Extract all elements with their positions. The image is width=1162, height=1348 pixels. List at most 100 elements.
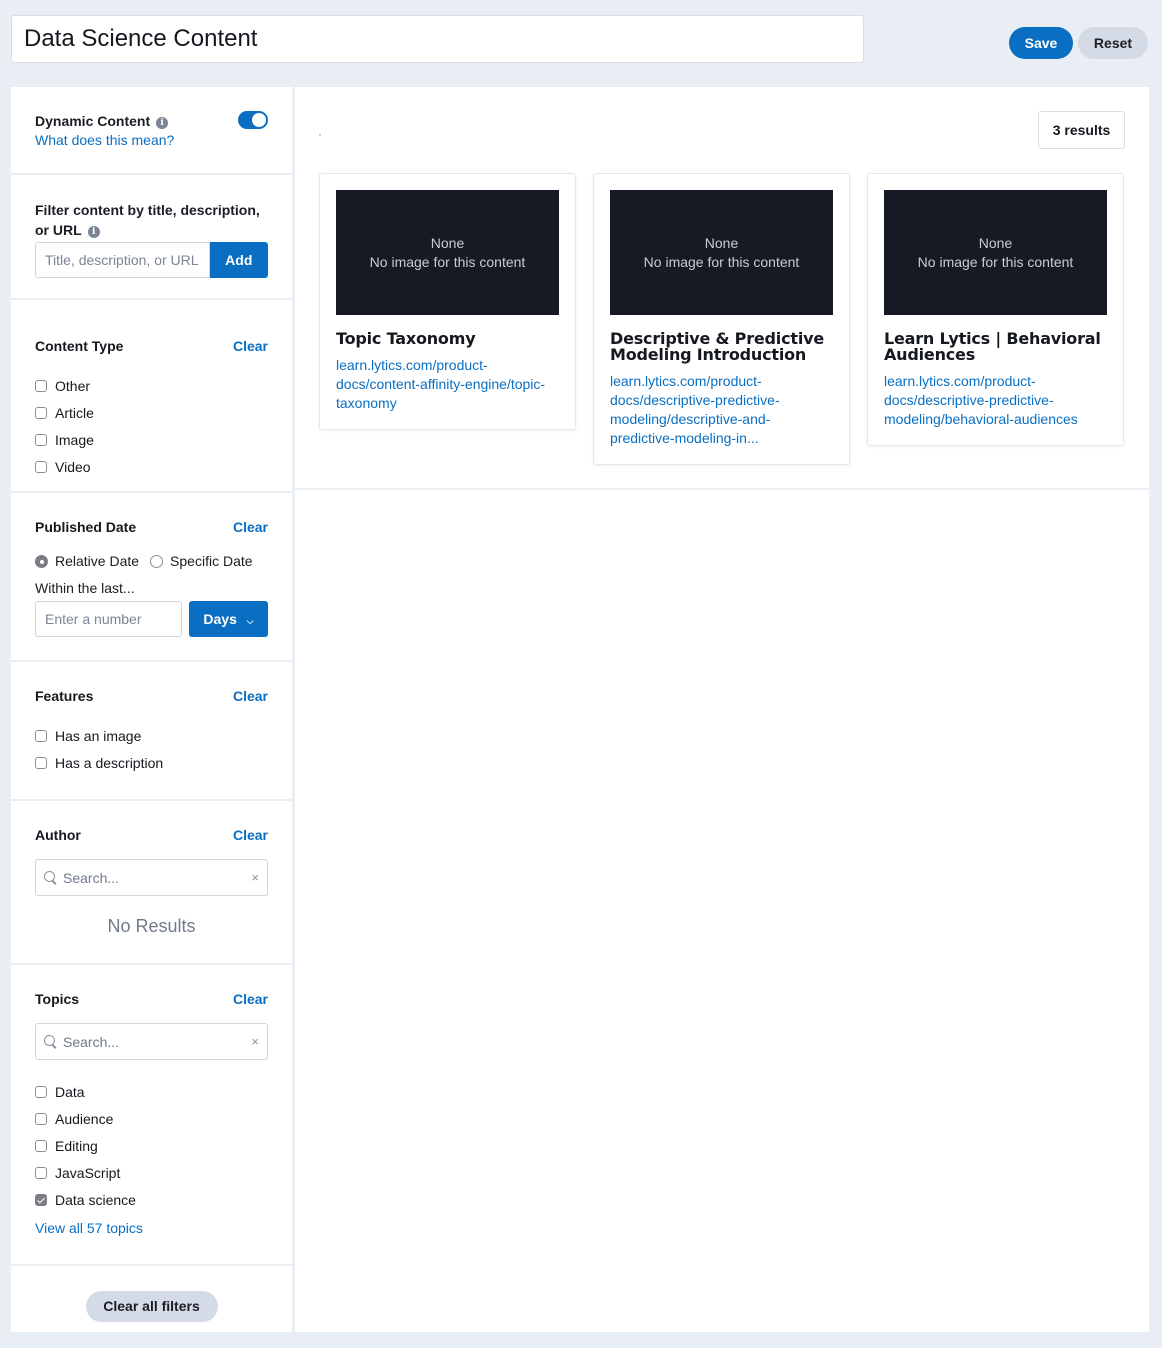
checkbox[interactable] [35,729,47,742]
card-title: Descriptive & Predictive Modeling Introd… [610,329,824,364]
content-type-option-article[interactable]: Article [35,399,268,426]
checkbox[interactable] [35,379,47,392]
loading-indicator [319,134,321,136]
search-placeholder: Search... [63,869,120,886]
card-url-link[interactable]: learn.lytics.com/product-docs/content-af… [336,356,559,413]
features-section: Features Clear Has an image Has a descri… [11,662,292,801]
dynamic-content-label: Dynamic Content [35,113,151,129]
author-section: Author Clear Search... × No Results [11,801,292,965]
save-button[interactable]: Save [1009,27,1073,59]
dynamic-content-section: Dynamic Content i What does this mean? [11,87,292,175]
content-type-option-image[interactable]: Image [35,426,268,453]
card-url-link[interactable]: learn.lytics.com/product-docs/descriptiv… [610,372,833,448]
checkbox[interactable] [35,1139,47,1152]
option-label: Audience [55,1110,114,1127]
topic-option-audience[interactable]: Audience [35,1105,268,1132]
option-label: JavaScript [55,1164,121,1181]
image-placeholder-line2: No image for this content [917,253,1074,270]
image-placeholder: None No image for this content [336,190,559,315]
feature-option-has-image[interactable]: Has an image [35,722,268,749]
checkbox[interactable] [35,406,47,419]
results-panel: 3 results None No image for this content… [295,87,1149,1332]
published-date-title: Published Date [35,519,137,535]
days-label: Days [203,611,237,627]
feature-option-has-description[interactable]: Has a description [35,749,268,776]
clear-search-icon[interactable]: × [251,1034,259,1049]
topic-option-editing[interactable]: Editing [35,1132,268,1159]
card-title: Topic Taxonomy [336,329,476,348]
what-does-this-mean-link[interactable]: What does this mean? [35,130,268,150]
topic-option-data-science[interactable]: Data science [35,1186,268,1213]
topics-clear-link[interactable]: Clear [233,991,268,1007]
checkbox[interactable] [35,460,47,473]
text-filter-input[interactable]: Title, description, or URL [35,242,210,278]
card-title: Learn Lytics | Behavioral Audiences [884,329,1101,364]
option-label: Has a description [55,754,164,771]
segment-title-input[interactable]: Data Science Content [11,15,864,63]
view-all-topics-link[interactable]: View all 57 topics [35,1220,268,1236]
checkbox[interactable] [35,756,47,769]
image-placeholder-line1: None [978,234,1013,251]
checkbox[interactable] [35,433,47,446]
clear-all-container: Clear all filters [11,1266,292,1322]
checkbox[interactable] [35,1085,47,1098]
info-icon[interactable]: i [156,117,169,129]
features-title: Features [35,688,94,704]
published-date-clear-link[interactable]: Clear [233,519,268,535]
content-type-option-other[interactable]: Other [35,372,268,399]
relative-date-radio[interactable] [35,554,48,568]
topic-option-javascript[interactable]: JavaScript [35,1159,268,1186]
toggle-knob [252,113,266,127]
features-clear-link[interactable]: Clear [233,688,268,704]
content-type-title: Content Type [35,338,124,354]
content-card[interactable]: None No image for this content Descripti… [593,173,850,465]
content-card[interactable]: None No image for this content Learn Lyt… [867,173,1124,446]
specific-date-radio[interactable] [150,554,164,568]
image-placeholder-line2: No image for this content [369,253,526,270]
search-placeholder: Search... [63,1033,120,1050]
search-icon [44,871,57,884]
checkbox[interactable] [35,1166,47,1179]
option-label: Other [55,377,91,394]
info-icon[interactable]: i [87,226,100,238]
add-filter-button[interactable]: Add [209,242,268,278]
option-label: Video [55,458,91,475]
image-placeholder: None No image for this content [610,190,833,315]
checkbox-checked[interactable] [35,1193,47,1206]
author-clear-link[interactable]: Clear [233,827,268,843]
clear-search-icon[interactable]: × [251,870,259,885]
search-icon [44,1035,57,1048]
topics-section: Topics Clear Search... × Data Audience E… [11,965,292,1266]
content-card[interactable]: None No image for this content Topic Tax… [319,173,576,430]
author-no-results: No Results [107,916,196,936]
option-label: Has an image [55,727,142,744]
content-type-clear-link[interactable]: Clear [233,338,268,354]
author-search-input[interactable]: Search... × [35,859,268,896]
content-type-option-video[interactable]: Video [35,453,268,480]
content-type-section: Content Type Clear Other Article Image V… [11,300,292,493]
results-count-badge: 3 results [1038,111,1125,149]
topics-title: Topics [35,991,80,1007]
text-filter-section: Filter content by title, description, or… [11,175,292,300]
filter-sidebar: Dynamic Content i What does this mean? Fi… [11,87,294,1332]
option-label: Article [55,404,94,421]
clear-all-filters-button[interactable]: Clear all filters [85,1291,218,1322]
image-placeholder: None No image for this content [884,190,1107,315]
option-label: Image [55,431,94,448]
results-divider [295,488,1149,490]
topics-search-input[interactable]: Search... × [35,1023,268,1060]
dynamic-content-toggle[interactable] [238,111,268,129]
option-label: Data [55,1083,85,1100]
within-label: Within the last... [35,580,135,596]
card-url-link[interactable]: learn.lytics.com/product-docs/descriptiv… [884,372,1107,429]
checkbox[interactable] [35,1112,47,1125]
reset-button[interactable]: Reset [1078,27,1148,59]
number-input[interactable]: Enter a number [35,601,182,637]
image-placeholder-line1: None [430,234,465,251]
image-placeholder-line1: None [704,234,739,251]
chevron-down-icon: ⌵ [246,616,254,626]
topic-option-data[interactable]: Data [35,1078,268,1105]
specific-date-label: Specific Date [170,553,253,569]
days-unit-dropdown[interactable]: Days ⌵ [189,601,268,637]
author-title: Author [35,827,81,843]
